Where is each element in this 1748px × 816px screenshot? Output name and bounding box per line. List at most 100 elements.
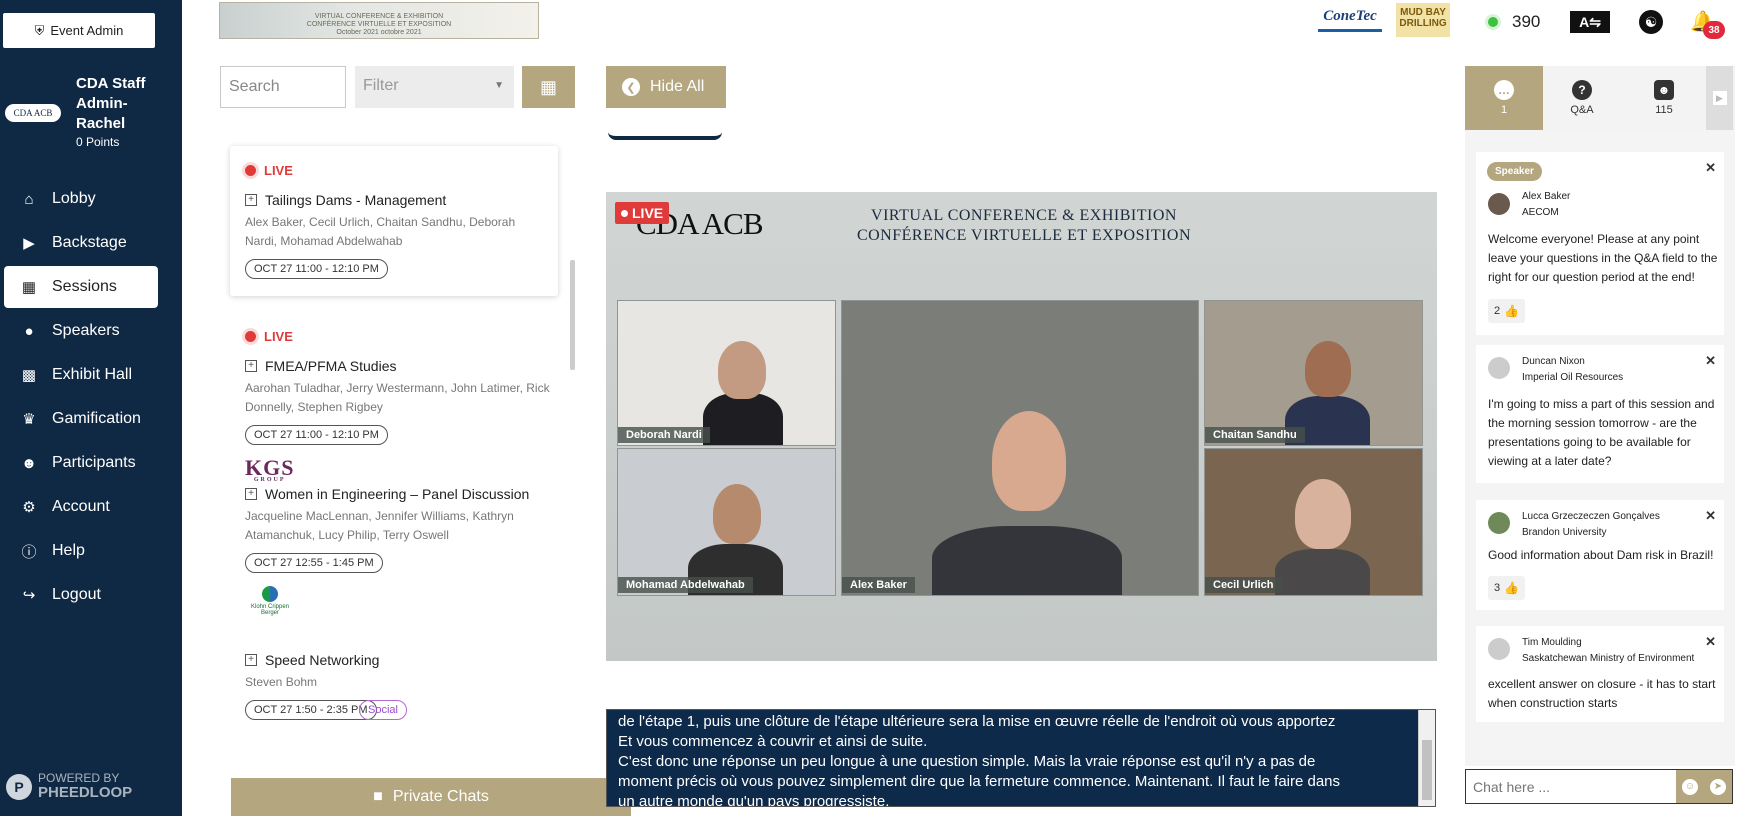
event-banner[interactable]: VIRTUAL CONFERENCE & EXHIBITION CONFÉREN… bbox=[219, 2, 539, 39]
chat-input[interactable] bbox=[1466, 770, 1676, 803]
search-input[interactable]: Search bbox=[220, 66, 346, 108]
session-speakers: Steven Bohm bbox=[245, 675, 318, 689]
participant-figure bbox=[1305, 341, 1351, 397]
emoji-icon[interactable]: ☺ bbox=[1682, 778, 1698, 795]
like-button[interactable]: 2 👍 bbox=[1488, 299, 1526, 323]
session-item[interactable]: + Speed Networking Steven Bohm OCT 27 1:5… bbox=[230, 652, 558, 752]
collapse-panel-button[interactable]: ▶ bbox=[1706, 66, 1733, 130]
participant-name: Chaitan Sandhu bbox=[1205, 427, 1305, 443]
sidebar-item-label: Exhibit Hall bbox=[52, 366, 133, 383]
sidebar-item-participants[interactable]: ☻ Participants bbox=[4, 442, 158, 484]
expand-icon[interactable]: + bbox=[245, 194, 257, 206]
chevron-down-icon: ▼ bbox=[494, 80, 504, 91]
send-icon[interactable]: ➤ bbox=[1710, 778, 1726, 795]
info-icon: ⓘ bbox=[21, 543, 37, 561]
video-tile[interactable]: Alex Baker bbox=[841, 300, 1199, 596]
session-title-text: FMEA/PFMA Studies bbox=[265, 358, 397, 374]
session-list: LIVE + Tailings Dams - Management Alex Ba… bbox=[220, 140, 580, 790]
sidebar-item-logout[interactable]: ↪ Logout bbox=[4, 574, 158, 616]
translate-icon[interactable]: A⇋ bbox=[1570, 11, 1610, 33]
sidebar-item-gamification[interactable]: ♛ Gamification bbox=[4, 398, 158, 440]
expand-icon[interactable]: + bbox=[245, 488, 257, 500]
logout-icon: ↪ bbox=[22, 587, 36, 604]
sidebar-item-account[interactable]: ⚙ Account bbox=[4, 486, 158, 528]
participant-figure bbox=[718, 341, 766, 399]
video-camera-icon: ▶ bbox=[23, 235, 35, 252]
participant-figure bbox=[1275, 549, 1370, 595]
close-icon[interactable]: ✕ bbox=[1705, 351, 1716, 370]
session-item[interactable]: + Women in Engineering – Panel Discussion… bbox=[230, 486, 558, 646]
building-icon: ▩ bbox=[21, 367, 37, 384]
video-tile[interactable]: Cecil Urlich bbox=[1204, 448, 1423, 596]
private-chats-button[interactable]: ■ Private Chats bbox=[231, 778, 631, 816]
event-admin-label: Event Admin bbox=[50, 23, 124, 38]
video-player[interactable]: CDA ACB LIVE VIRTUAL CONFERENCE & EXHIBI… bbox=[606, 192, 1437, 661]
sponsor-logo-mud-bay[interactable]: MUD BAY DRILLING bbox=[1396, 3, 1450, 37]
sidebar-item-label: Backstage bbox=[52, 234, 127, 251]
session-item[interactable]: LIVE + FMEA/PFMA Studies Aarohan Tuladhar… bbox=[230, 312, 558, 483]
close-icon[interactable]: ✕ bbox=[1705, 506, 1716, 525]
like-button[interactable]: 3 👍 bbox=[1488, 576, 1526, 600]
session-tag[interactable]: Social bbox=[359, 700, 407, 720]
tab-participants[interactable]: ☻ 115 bbox=[1625, 66, 1703, 130]
caption-line: de l'étape 1, puis une clôture de l'étap… bbox=[618, 713, 1336, 730]
right-panel-tabs: … 1 ? Q&A ☻ 115 bbox=[1465, 66, 1735, 130]
session-item[interactable]: LIVE + Tailings Dams - Management Alex Ba… bbox=[230, 146, 558, 296]
live-badge: LIVE bbox=[615, 202, 670, 224]
sidebar-item-lobby[interactable]: ⌂ Lobby bbox=[4, 178, 158, 220]
calendar-button[interactable]: ▦ bbox=[522, 66, 575, 108]
banner-line-2: CONFÉRENCE VIRTUELLE ET EXPOSITION bbox=[306, 21, 452, 28]
close-icon[interactable]: ✕ bbox=[1705, 632, 1716, 651]
sidebar: ⛨ Event Admin CDA ACB CDA Staff Admin- R… bbox=[0, 0, 182, 816]
session-title[interactable]: + Women in Engineering – Panel Discussion bbox=[245, 486, 529, 502]
event-admin-button[interactable]: ⛨ Event Admin bbox=[3, 13, 155, 48]
sidebar-item-sessions[interactable]: ▦ Sessions bbox=[4, 266, 158, 308]
calendar-icon: ▦ bbox=[539, 76, 557, 97]
sidebar-nav: ⌂ Lobby ▶ Backstage ▦ Sessions ● Speakers ▩ E… bbox=[4, 178, 158, 618]
caption-line: un autre monde qu'un pays progressiste. bbox=[618, 793, 890, 807]
sidebar-item-exhibit-hall[interactable]: ▩ Exhibit Hall bbox=[4, 354, 158, 396]
video-tile[interactable]: Deborah Nardi bbox=[617, 300, 836, 446]
captions-scrollbar[interactable] bbox=[1418, 710, 1435, 806]
sponsor-logo-klohn[interactable]: Klohn Crippen Berger bbox=[245, 586, 295, 616]
tab-qa[interactable]: ? Q&A bbox=[1543, 66, 1621, 130]
users-icon: ☻ bbox=[21, 454, 37, 472]
message-text: Welcome everyone! Please at any point le… bbox=[1488, 232, 1718, 284]
sponsor-logo-conetec[interactable]: ConeTec bbox=[1318, 8, 1382, 32]
captions-box[interactable]: de l'étape 1, puis une clôture de l'étap… bbox=[606, 709, 1436, 807]
notification-badge: 38 bbox=[1703, 21, 1725, 39]
filter-select[interactable]: Filter ▼ bbox=[355, 66, 514, 108]
participant-figure bbox=[703, 393, 783, 445]
accessibility-icon[interactable]: ☯ bbox=[1639, 10, 1663, 34]
session-title-text: Tailings Dams - Management bbox=[265, 192, 447, 208]
session-list-scrollbar[interactable] bbox=[570, 260, 575, 370]
tab-chat[interactable]: … 1 bbox=[1465, 66, 1543, 130]
speaker-badge: Speaker bbox=[1487, 162, 1542, 181]
user-icon: ● bbox=[24, 322, 34, 340]
author-org: Brandon University bbox=[1522, 527, 1607, 538]
sidebar-item-help[interactable]: ⓘ Help bbox=[4, 530, 158, 572]
sidebar-item-label: Lobby bbox=[52, 190, 96, 207]
chat-input-bar: ☺ ➤ bbox=[1465, 769, 1733, 804]
video-tile[interactable]: Chaitan Sandhu bbox=[1204, 300, 1423, 446]
powered-by[interactable]: P POWERED BY PHEEDLOOP bbox=[6, 772, 132, 801]
close-icon[interactable]: ✕ bbox=[1705, 158, 1716, 177]
session-title[interactable]: + FMEA/PFMA Studies bbox=[245, 358, 396, 374]
caption-line: moment précis où vous pouvez simplement … bbox=[618, 773, 1341, 790]
live-indicator: LIVE bbox=[245, 329, 293, 344]
hide-all-button[interactable]: ❮ Hide All bbox=[606, 66, 726, 108]
video-tile[interactable]: Mohamad Abdelwahab bbox=[617, 448, 836, 596]
sidebar-item-label: Speakers bbox=[52, 322, 120, 339]
scrollbar-thumb[interactable] bbox=[1422, 740, 1432, 800]
sidebar-item-backstage[interactable]: ▶ Backstage bbox=[4, 222, 158, 264]
live-badge-label: LIVE bbox=[632, 205, 664, 221]
sponsor-logo-kgs[interactable]: KGS GROUP bbox=[245, 455, 294, 483]
session-title[interactable]: + Speed Networking bbox=[245, 652, 379, 668]
sidebar-item-speakers[interactable]: ● Speakers bbox=[4, 310, 158, 352]
session-title-text: Women in Engineering – Panel Discussion bbox=[265, 486, 530, 502]
expand-icon[interactable]: + bbox=[245, 654, 257, 666]
session-title[interactable]: + Tailings Dams - Management bbox=[245, 192, 446, 208]
klohn-logo-icon bbox=[262, 586, 278, 602]
expand-icon[interactable]: + bbox=[245, 360, 257, 372]
user-profile[interactable]: CDA ACB CDA Staff Admin- Rachel 0 Points bbox=[5, 72, 175, 152]
